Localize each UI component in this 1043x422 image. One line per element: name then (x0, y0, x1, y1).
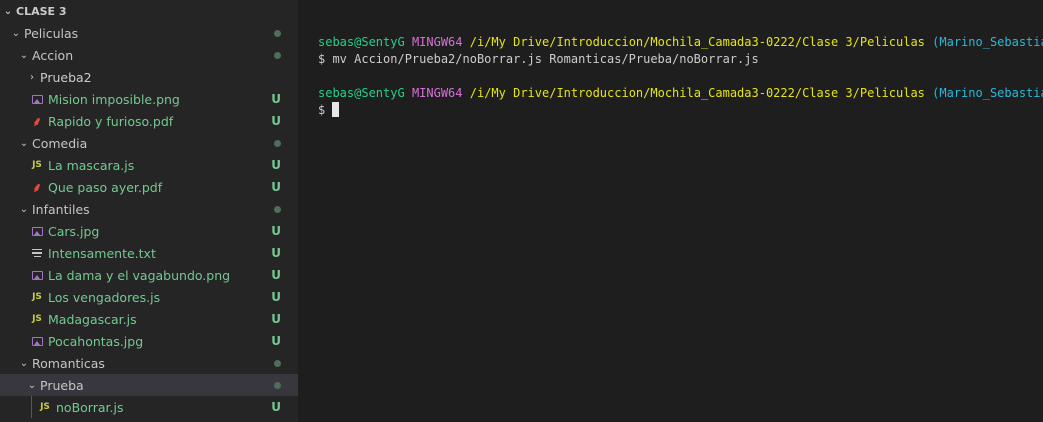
untracked-badge: U (271, 290, 281, 304)
file-label: Que paso ayer.pdf (48, 179, 163, 195)
prompt-path: /i/My Drive/Introduccion/Mochila_Camada3… (469, 35, 925, 49)
chevron-down-icon: ⌄ (19, 137, 29, 149)
folder-label: Accion (32, 47, 74, 63)
image-file-icon (30, 334, 44, 348)
untracked-badge: U (271, 334, 281, 348)
chevron-down-icon: ⌄ (19, 357, 29, 369)
prompt-user: sebas@SentyG (318, 35, 405, 49)
chevron-down-icon: ⌄ (19, 203, 29, 215)
prompt-host: MINGW64 (411, 35, 463, 49)
modified-dot-icon (274, 29, 281, 37)
file-label: Madagascar.js (48, 311, 137, 327)
folder-prueba2[interactable]: › Prueba2 (0, 66, 298, 88)
file-intensamente[interactable]: Intensamente.txt U (0, 242, 298, 264)
terminal-input-line[interactable]: $ (318, 102, 1043, 119)
javascript-file-icon: JS (32, 314, 42, 324)
file-pocahontas[interactable]: Pocahontas.jpg U (0, 330, 298, 352)
file-la-dama-y-el-vagabundo[interactable]: La dama y el vagabundo.png U (0, 264, 298, 286)
file-label: La dama y el vagabundo.png (48, 267, 231, 283)
javascript-file-icon: JS (32, 292, 42, 302)
root-folder-label: CLASE 3 (16, 4, 67, 18)
file-cars[interactable]: Cars.jpg U (0, 220, 298, 242)
file-label: Los vengadores.js (48, 289, 161, 305)
modified-dot-icon (274, 139, 281, 147)
file-label: Cars.jpg (48, 223, 100, 239)
file-label: Pocahontas.jpg (48, 333, 144, 349)
folder-peliculas[interactable]: ⌄ Peliculas (0, 22, 298, 44)
untracked-badge: U (271, 114, 281, 128)
folder-label: Comedia (32, 135, 88, 151)
indent-guide (31, 396, 32, 418)
chevron-down-icon: ⌄ (19, 49, 29, 61)
chevron-down-icon: ⌄ (11, 27, 21, 39)
folder-label: Prueba2 (40, 69, 92, 85)
folder-label: Infantiles (32, 201, 90, 217)
file-que-paso-ayer[interactable]: ⸙ Que paso ayer.pdf U (0, 176, 298, 198)
modified-dot-icon (274, 381, 281, 389)
file-la-mascara[interactable]: JS La mascara.js U (0, 154, 298, 176)
untracked-badge: U (271, 312, 281, 326)
terminal-cursor (332, 102, 340, 117)
folder-romanticas[interactable]: ⌄ Romanticas (0, 352, 298, 374)
chevron-down-icon: ⌄ (27, 379, 37, 391)
image-file-icon (30, 268, 44, 282)
terminal-command-line: $ mv Accion/Prueba2/noBorrar.js Romantic… (318, 52, 759, 66)
untracked-badge: U (271, 92, 281, 106)
prompt-branch: (Marino_Sebastian) (932, 86, 1043, 100)
folder-label: Prueba (40, 377, 84, 393)
folder-label: Peliculas (24, 25, 79, 41)
file-mision-imposible[interactable]: Mision imposible.png U (0, 88, 298, 110)
file-label: Mision imposible.png (48, 91, 180, 107)
folder-label: Romanticas (32, 355, 105, 371)
folder-accion[interactable]: ⌄ Accion (0, 44, 298, 66)
file-label: La mascara.js (48, 157, 135, 173)
modified-dot-icon (274, 359, 281, 367)
terminal-prompt-line: sebas@SentyG MINGW64 /i/My Drive/Introdu… (318, 85, 1043, 102)
untracked-badge: U (271, 268, 281, 282)
terminal-prompt-line: sebas@SentyG MINGW64 /i/My Drive/Introdu… (318, 34, 1043, 51)
javascript-file-icon: JS (32, 160, 42, 170)
prompt-branch: (Marino_Sebastian) (932, 35, 1043, 49)
untracked-badge: U (271, 246, 281, 260)
file-label: Intensamente.txt (48, 245, 156, 261)
image-file-icon (30, 224, 44, 238)
file-madagascar[interactable]: JS Madagascar.js U (0, 308, 298, 330)
chevron-down-icon: ⌄ (3, 5, 13, 17)
folder-infantiles[interactable]: ⌄ Infantiles (0, 198, 298, 220)
folder-prueba[interactable]: ⌄ Prueba (0, 374, 298, 396)
untracked-badge: U (271, 224, 281, 238)
modified-dot-icon (274, 51, 281, 59)
chevron-right-icon: › (30, 71, 34, 83)
input-prompt: $ (318, 103, 333, 117)
file-rapido-y-furioso[interactable]: ⸙ Rapido y furioso.pdf U (0, 110, 298, 132)
terminal-panel[interactable]: sebas@SentyG MINGW64 /i/My Drive/Introdu… (298, 0, 1043, 422)
file-label: noBorrar.js (56, 399, 124, 415)
file-los-vengadores[interactable]: JS Los vengadores.js U (0, 286, 298, 308)
prompt-host: MINGW64 (411, 86, 463, 100)
image-file-icon (30, 92, 44, 106)
untracked-badge: U (271, 400, 281, 414)
untracked-badge: U (271, 158, 281, 172)
file-label: Rapido y furioso.pdf (48, 113, 174, 129)
folder-comedia[interactable]: ⌄ Comedia (0, 132, 298, 154)
file-explorer: ⌄ CLASE 3 ⌄ Peliculas ⌄ Accion › Prueba2… (0, 0, 298, 422)
untracked-badge: U (271, 180, 281, 194)
prompt-path: /i/My Drive/Introduccion/Mochila_Camada3… (469, 86, 925, 100)
modified-dot-icon (274, 205, 281, 213)
explorer-root-header[interactable]: ⌄ CLASE 3 (0, 0, 298, 22)
pdf-file-icon: ⸙ (32, 115, 42, 130)
text-file-icon (30, 246, 44, 260)
javascript-file-icon: JS (40, 402, 50, 412)
prompt-user: sebas@SentyG (318, 86, 405, 100)
pdf-file-icon: ⸙ (32, 181, 42, 196)
file-noborrar[interactable]: JS noBorrar.js U (0, 396, 298, 418)
